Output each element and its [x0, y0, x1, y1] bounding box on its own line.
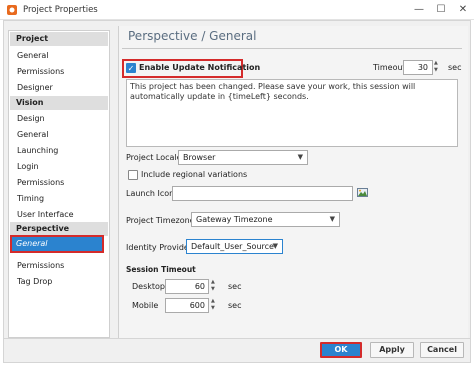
identity-provider-select[interactable]: Default_User_Source ▼ [186, 239, 283, 254]
project-locale-select[interactable]: Browser ▼ [178, 150, 308, 165]
maximize-button[interactable]: ☐ [434, 3, 448, 17]
sidebar: Project General Permissions Designer Vis… [8, 30, 110, 338]
image-browse-icon[interactable] [357, 188, 368, 197]
title-divider [122, 48, 462, 49]
sidebar-item-vision-timing[interactable]: Timing [17, 192, 44, 205]
project-locale-label: Project Locale [126, 153, 182, 162]
mobile-timeout-spinner[interactable]: ▲ ▼ [211, 298, 220, 313]
project-timezone-select[interactable]: Gateway Timezone ▼ [191, 212, 340, 227]
enable-update-notification-label: Enable Update Notification [139, 63, 261, 72]
spinner-up-icon[interactable]: ▲ [434, 60, 443, 67]
sidebar-item-vision-launching[interactable]: Launching [17, 144, 58, 157]
spinner-down-icon[interactable]: ▼ [211, 286, 220, 293]
timeout-label: Timeout [373, 63, 406, 72]
spinner-up-icon[interactable]: ▲ [211, 279, 220, 286]
mobile-timeout-label: Mobile [132, 301, 159, 310]
project-timezone-value: Gateway Timezone [196, 215, 273, 224]
chevron-down-icon: ▼ [272, 242, 278, 250]
sidebar-header-vision: Vision [10, 96, 108, 110]
sidebar-item-vision-design[interactable]: Design [17, 112, 45, 125]
title-bar: Project Properties — ☐ ✕ [0, 0, 474, 20]
project-locale-value: Browser [183, 153, 216, 162]
sidebar-item-project-designer[interactable]: Designer [17, 81, 53, 94]
sidebar-item-perspective-general[interactable]: General [10, 235, 104, 253]
apply-button[interactable]: Apply [370, 342, 414, 358]
desktop-timeout-unit: sec [228, 282, 242, 291]
ok-button[interactable]: OK [320, 342, 362, 358]
close-button[interactable]: ✕ [456, 3, 470, 17]
enable-update-notification-checkbox[interactable]: ✓ [126, 63, 136, 73]
desktop-timeout-input[interactable]: 60 [165, 279, 209, 294]
timeout-spinner[interactable]: ▲ ▼ [434, 60, 443, 75]
include-regional-checkbox[interactable] [128, 170, 138, 180]
chevron-down-icon: ▼ [297, 153, 303, 161]
sidebar-header-project: Project [10, 32, 108, 46]
sidebar-header-perspective: Perspective [10, 222, 108, 236]
sidebar-item-perspective-permissions[interactable]: Permissions [17, 259, 64, 272]
sidebar-item-vision-general[interactable]: General [17, 128, 49, 141]
identity-provider-label: Identity Provider [126, 243, 193, 252]
project-timezone-label: Project Timezone [126, 216, 195, 225]
sidebar-item-perspective-tag-drop[interactable]: Tag Drop [17, 275, 52, 288]
identity-provider-value: Default_User_Source [191, 242, 274, 251]
minimize-button[interactable]: — [412, 3, 426, 17]
mobile-timeout-input[interactable]: 600 [165, 298, 209, 313]
sidebar-item-vision-login[interactable]: Login [17, 160, 39, 173]
session-timeout-label: Session Timeout [126, 265, 196, 274]
app-icon [7, 5, 17, 15]
sidebar-item-vision-user-interface[interactable]: User Interface [17, 208, 74, 221]
cancel-button[interactable]: Cancel [420, 342, 464, 358]
desktop-timeout-label: Desktop [132, 282, 165, 291]
spinner-up-icon[interactable]: ▲ [211, 298, 220, 305]
spinner-down-icon[interactable]: ▼ [434, 67, 443, 74]
update-message-textarea[interactable]: This project has been changed. Please sa… [126, 79, 458, 147]
launch-icon-input[interactable] [172, 186, 353, 201]
launch-icon-label: Launch Icon [126, 189, 175, 198]
spinner-down-icon[interactable]: ▼ [211, 305, 220, 312]
desktop-timeout-spinner[interactable]: ▲ ▼ [211, 279, 220, 294]
sidebar-item-project-general[interactable]: General [17, 49, 49, 62]
mobile-timeout-unit: sec [228, 301, 242, 310]
timeout-input[interactable]: 30 [403, 60, 433, 75]
sidebar-item-vision-permissions[interactable]: Permissions [17, 176, 64, 189]
sidebar-item-project-permissions[interactable]: Permissions [17, 65, 64, 78]
chevron-down-icon: ▼ [329, 215, 335, 223]
window-title: Project Properties [23, 5, 98, 15]
page-title: Perspective / General [128, 29, 257, 43]
timeout-unit: sec [448, 63, 462, 72]
include-regional-label: Include regional variations [141, 170, 248, 179]
footer-divider [4, 338, 470, 339]
